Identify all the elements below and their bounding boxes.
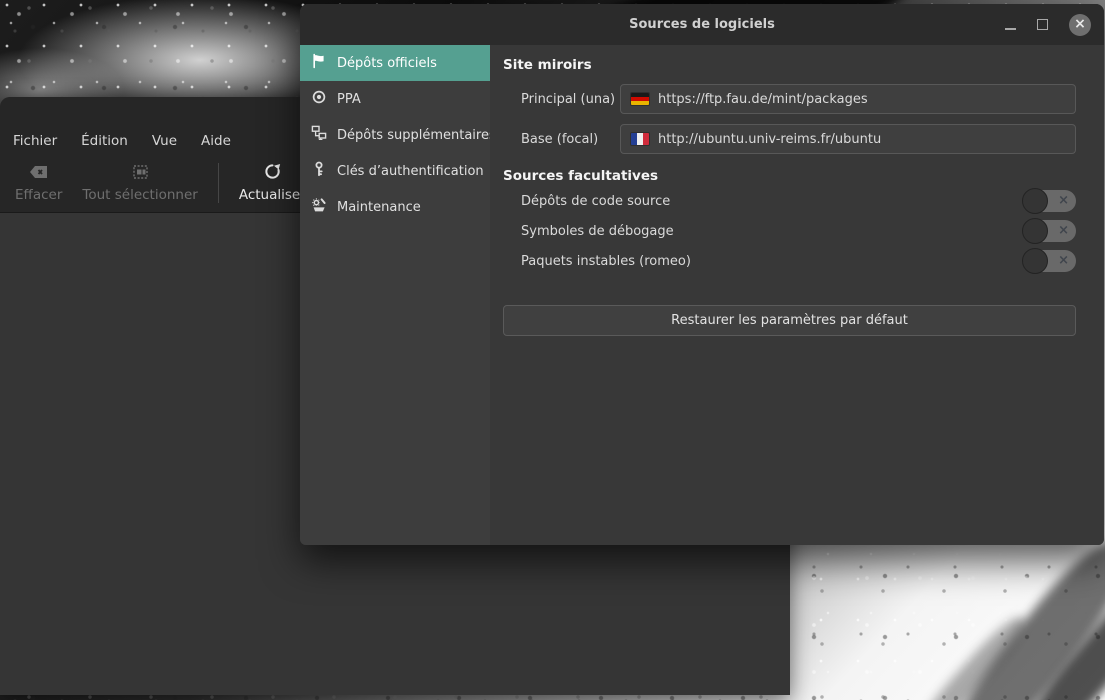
debug-symbols-label: Symboles de débogage xyxy=(521,224,1024,239)
sidebar-item-cles-authentification[interactable]: Clés d’authentification xyxy=(300,153,490,189)
sidebar-item-label: Dépôts officiels xyxy=(337,56,437,71)
unstable-packages-row: Paquets instables (romeo) × xyxy=(503,246,1076,276)
tools-icon xyxy=(311,197,327,217)
sidebar-item-label: PPA xyxy=(337,92,361,107)
toggle-off-icon: × xyxy=(1058,224,1069,237)
restore-defaults-button[interactable]: Restaurer les paramètres par défaut xyxy=(503,305,1076,336)
sidebar-item-ppa[interactable]: PPA xyxy=(300,81,490,117)
sidebar-item-maintenance[interactable]: Maintenance xyxy=(300,189,490,225)
sidebar-item-depots-officiels[interactable]: Dépôts officiels xyxy=(300,45,490,81)
refresh-button-label: Actualiser xyxy=(239,187,306,203)
desktop: Fichier Édition Vue Aide Effacer xyxy=(0,0,1105,700)
toggle-knob xyxy=(1022,188,1048,214)
clear-button-label: Effacer xyxy=(15,187,62,203)
dialog-content: Site miroirs Principal (una) https://ftp… xyxy=(490,45,1104,545)
select-all-icon xyxy=(132,164,149,184)
target-icon xyxy=(311,89,327,109)
toggle-off-icon: × xyxy=(1058,254,1069,267)
mirror-base-url: http://ubuntu.univ-reims.fr/ubuntu xyxy=(658,132,881,147)
mirrors-heading: Site miroirs xyxy=(503,57,1076,75)
clear-button[interactable]: Effacer xyxy=(5,160,72,207)
close-icon[interactable]: × xyxy=(1069,14,1091,36)
select-all-button[interactable]: Tout sélectionner xyxy=(72,160,207,207)
debug-symbols-toggle[interactable]: × xyxy=(1024,220,1076,242)
dialog-titlebar[interactable]: Sources de logiciels × xyxy=(300,4,1104,45)
source-code-toggle[interactable]: × xyxy=(1024,190,1076,212)
unstable-packages-toggle[interactable]: × xyxy=(1024,250,1076,272)
optional-sources-heading: Sources facultatives xyxy=(503,168,1076,186)
sidebar-item-depots-supplementaires[interactable]: Dépôts supplémentaires xyxy=(300,117,490,153)
window-controls: × xyxy=(1005,14,1091,36)
flag-icon xyxy=(311,53,327,73)
toggle-knob xyxy=(1022,218,1048,244)
mirror-principal-label: Principal (una) xyxy=(521,92,620,107)
toggle-knob xyxy=(1022,248,1048,274)
refresh-icon xyxy=(264,163,281,184)
dialog-sidebar: Dépôts officiels PPA xyxy=(300,45,490,545)
software-sources-dialog: Sources de logiciels × Dépôts officiels xyxy=(300,4,1104,545)
toggle-off-icon: × xyxy=(1058,194,1069,207)
minimize-icon[interactable] xyxy=(1005,28,1016,30)
mirror-principal-button[interactable]: https://ftp.fau.de/mint/packages xyxy=(620,84,1076,114)
sidebar-item-label: Maintenance xyxy=(337,200,421,215)
toolbar-separator xyxy=(218,163,219,203)
menu-aide[interactable]: Aide xyxy=(197,130,235,152)
maximize-icon[interactable] xyxy=(1037,19,1048,30)
unstable-packages-label: Paquets instables (romeo) xyxy=(521,254,1024,269)
source-code-row: Dépôts de code source × xyxy=(503,186,1076,216)
germany-flag-icon xyxy=(631,93,649,105)
key-icon xyxy=(311,161,327,181)
source-code-label: Dépôts de code source xyxy=(521,194,1024,209)
mirror-base-label: Base (focal) xyxy=(521,132,620,147)
sidebar-item-label: Clés d’authentification xyxy=(337,164,484,179)
debug-symbols-row: Symboles de débogage × xyxy=(503,216,1076,246)
select-all-button-label: Tout sélectionner xyxy=(82,187,197,203)
mirror-row-principal: Principal (una) https://ftp.fau.de/mint/… xyxy=(503,84,1076,114)
france-flag-icon xyxy=(631,133,649,145)
network-icon xyxy=(311,125,327,145)
mirror-base-button[interactable]: http://ubuntu.univ-reims.fr/ubuntu xyxy=(620,124,1076,154)
menu-vue[interactable]: Vue xyxy=(148,130,181,152)
menu-edition[interactable]: Édition xyxy=(77,130,132,152)
clear-icon xyxy=(28,164,49,184)
mirror-principal-url: https://ftp.fau.de/mint/packages xyxy=(658,92,868,107)
dialog-body: Dépôts officiels PPA xyxy=(300,45,1104,545)
dialog-title: Sources de logiciels xyxy=(300,17,1104,32)
menu-fichier[interactable]: Fichier xyxy=(9,130,61,152)
sidebar-item-label: Dépôts supplémentaires xyxy=(337,128,496,143)
mirror-row-base: Base (focal) http://ubuntu.univ-reims.fr… xyxy=(503,124,1076,154)
